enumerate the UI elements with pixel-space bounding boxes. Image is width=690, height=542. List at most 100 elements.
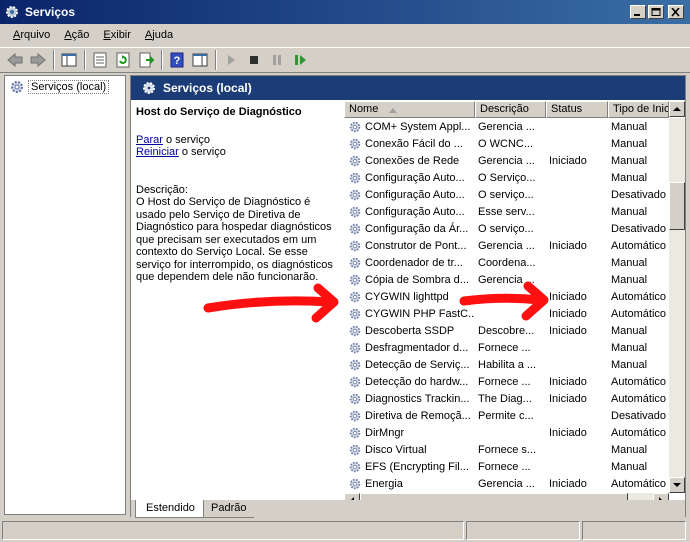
service-name: Configuração da Ár...	[365, 222, 469, 235]
service-row[interactable]: Configuração Auto... Esse serv... Manual	[344, 203, 669, 220]
service-name-cell: Detecção do hardw...	[344, 375, 475, 389]
service-gear-icon	[349, 342, 361, 353]
service-row[interactable]: EFS (Encrypting Fil... Fornece ... Manual	[344, 458, 669, 475]
column-header-status[interactable]: Status	[546, 101, 608, 118]
column-header-startup-type[interactable]: Tipo de Inicia	[608, 101, 669, 118]
service-gear-icon	[349, 172, 361, 183]
service-gear-icon	[349, 444, 361, 455]
vertical-scroll-thumb[interactable]	[669, 182, 685, 230]
status-bar	[0, 519, 690, 542]
properties-button[interactable]	[89, 49, 111, 71]
service-startup-type: Manual	[611, 324, 648, 337]
service-gear-icon	[349, 138, 361, 149]
tab-extended[interactable]: Estendido	[135, 500, 204, 518]
scroll-down-button[interactable]	[669, 477, 685, 493]
description-text: O Host do Serviço de Diagnóstico é usado…	[136, 196, 333, 283]
column-headers: Nome Descrição Status Tipo de Inicia	[344, 101, 685, 118]
service-gear-icon	[349, 155, 361, 166]
service-row[interactable]: Configuração Auto... O serviço... Desativa…	[344, 186, 669, 203]
service-name-cell: COM+ System Appl...	[344, 120, 475, 134]
service-row[interactable]: Desfragmentador d... Fornece ... Manual	[344, 339, 669, 356]
toolbar-separator	[215, 50, 217, 70]
stop-service-link[interactable]: Parar	[136, 134, 163, 146]
help-button[interactable]: ?	[166, 49, 188, 71]
service-name-cell: Disco Virtual	[344, 443, 475, 457]
menu-acao[interactable]: Ação	[57, 27, 96, 43]
service-name: CYGWIN lighttpd	[365, 290, 449, 303]
service-row[interactable]: CYGWIN lighttpd Iniciado Automático	[344, 288, 669, 305]
selected-service-title: Host do Serviço de Diagnóstico	[136, 106, 302, 118]
service-name-cell: Energia	[344, 477, 475, 491]
maximize-button[interactable]	[648, 5, 664, 19]
pause-service-button[interactable]	[266, 49, 288, 71]
service-description: Gerencia ...	[478, 120, 535, 133]
menu-arquivo[interactable]: Arquivo	[6, 27, 57, 43]
forward-button[interactable]	[27, 49, 49, 71]
service-gear-icon	[349, 291, 361, 302]
service-status: Iniciado	[549, 477, 587, 490]
menu-exibir[interactable]: Exibir	[96, 27, 138, 43]
service-row[interactable]: Diagnostics Trackin... The Diag... Iniciad…	[344, 390, 669, 407]
service-row[interactable]: Cópia de Sombra d... Gerencia ... Manual	[344, 271, 669, 288]
tab-standard[interactable]: Padrão	[201, 500, 255, 518]
show-action-pane-button[interactable]	[189, 49, 211, 71]
service-startup-type: Manual	[611, 137, 648, 150]
service-row[interactable]: Diretiva de Remoçã... Permite c... Desativ…	[344, 407, 669, 424]
service-description: Gerencia ...	[478, 154, 535, 167]
service-row[interactable]: COM+ System Appl... Gerencia ... Manual	[344, 118, 669, 135]
arrow-down-icon	[673, 483, 681, 487]
service-description: Fornece s...	[478, 443, 537, 456]
tree-item-label: Serviços (local)	[28, 80, 110, 94]
menu-bar: Arquivo Ação Exibir Ajuda	[0, 24, 690, 46]
status-panel-secondary	[466, 521, 580, 540]
show-console-tree-button[interactable]	[58, 49, 80, 71]
service-name: Detecção do hardw...	[365, 375, 469, 388]
restart-service-button[interactable]	[289, 49, 311, 71]
service-row[interactable]: DirMngr Iniciado Automático	[344, 424, 669, 441]
column-header-description[interactable]: Descrição	[475, 101, 546, 118]
service-row[interactable]: CYGWIN PHP FastC... Iniciado Automático	[344, 305, 669, 322]
service-startup-type: Automático	[611, 426, 667, 439]
service-row[interactable]: Coordenador de tr... Coordena... Manual	[344, 254, 669, 271]
column-header-name[interactable]: Nome	[344, 101, 475, 118]
restart-service-link[interactable]: Reiniciar	[136, 146, 179, 158]
service-name: Construtor de Pont...	[365, 239, 467, 252]
service-row[interactable]: Configuração Auto... O Serviço... Manual	[344, 169, 669, 186]
refresh-icon	[116, 52, 130, 68]
service-status: Iniciado	[549, 154, 587, 167]
service-description: Gerencia ...	[478, 273, 535, 286]
service-row[interactable]: Detecção de Serviç... Habilita a ... Manua…	[344, 356, 669, 373]
back-arrow-icon	[7, 52, 23, 68]
restart-icon	[295, 55, 306, 65]
services-gear-icon	[6, 6, 18, 18]
stop-service-button[interactable]	[243, 49, 265, 71]
service-row[interactable]: Disco Virtual Fornece s... Manual	[344, 441, 669, 458]
start-service-button[interactable]	[220, 49, 242, 71]
export-list-button[interactable]	[135, 49, 157, 71]
close-button[interactable]	[668, 5, 684, 19]
service-description: O Serviço...	[478, 171, 536, 184]
service-row[interactable]: Conexão Fácil do ... O WCNC... Manual	[344, 135, 669, 152]
menu-ajuda[interactable]: Ajuda	[138, 27, 180, 43]
tree-item-services-local[interactable]: Serviços (local)	[9, 79, 110, 95]
service-row[interactable]: Detecção do hardw... Fornece ... Iniciado A…	[344, 373, 669, 390]
service-name-cell: Configuração da Ár...	[344, 222, 475, 236]
vertical-scrollbar[interactable]	[669, 118, 685, 493]
minimize-button[interactable]	[630, 5, 646, 19]
back-button[interactable]	[4, 49, 26, 71]
service-name: Configuração Auto...	[365, 171, 465, 184]
services-gear-icon	[143, 82, 155, 94]
refresh-button[interactable]	[112, 49, 134, 71]
service-row[interactable]: Configuração da Ár... O serviço... Desativ…	[344, 220, 669, 237]
service-name-cell: CYGWIN lighttpd	[344, 290, 475, 304]
service-row[interactable]: Descoberta SSDP Descobre... Iniciado Manual	[344, 322, 669, 339]
service-status: Iniciado	[549, 324, 587, 337]
service-description: Descobre...	[478, 324, 535, 337]
service-row[interactable]: Construtor de Pont... Gerencia ... Iniciad…	[344, 237, 669, 254]
service-status: Iniciado	[549, 307, 587, 320]
service-status: Iniciado	[549, 290, 587, 303]
service-row[interactable]: Energia Gerencia ... Iniciado Automático	[344, 475, 669, 492]
service-row[interactable]: Conexões de Rede Gerencia ... Iniciado Manu…	[344, 152, 669, 169]
maximize-icon	[651, 8, 661, 16]
scroll-up-button[interactable]	[669, 101, 685, 117]
